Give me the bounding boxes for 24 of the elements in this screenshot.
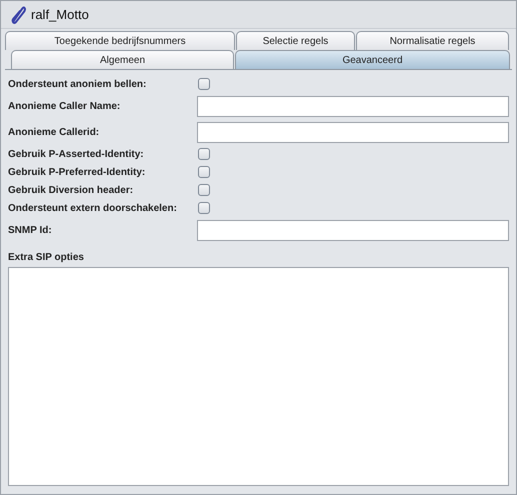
input-field[interactable] bbox=[196, 96, 509, 116]
tab[interactable]: Geavanceerd bbox=[235, 50, 510, 69]
field-label: Gebruik P-Asserted-Identity: bbox=[8, 148, 145, 162]
tab[interactable]: Selectie regels bbox=[236, 31, 355, 50]
tab[interactable]: Normalisatie regels bbox=[356, 31, 509, 50]
field-label: Anonieme Caller Name: bbox=[8, 100, 122, 114]
field-label: Gebruik Diversion header: bbox=[8, 184, 134, 198]
input-field[interactable] bbox=[196, 220, 509, 240]
paperclip-icon bbox=[9, 4, 27, 24]
field-label: Extra SIP opties bbox=[8, 251, 85, 265]
checkbox[interactable] bbox=[198, 202, 210, 214]
field-label: Anonieme Callerid: bbox=[8, 126, 100, 140]
field-label: SNMP Id: bbox=[8, 224, 53, 238]
checkbox[interactable] bbox=[198, 148, 210, 160]
tab[interactable]: Toegekende bedrijfsnummers bbox=[5, 31, 235, 50]
field-label: Gebruik P-Preferred-Identity: bbox=[8, 166, 146, 180]
field-label: Ondersteunt extern doorschakelen: bbox=[8, 202, 178, 216]
checkbox[interactable] bbox=[198, 184, 210, 196]
checkbox[interactable] bbox=[198, 166, 210, 178]
field-label: Ondersteunt anoniem bellen: bbox=[8, 78, 148, 92]
input-field[interactable] bbox=[196, 122, 509, 142]
tab[interactable]: Algemeen bbox=[11, 50, 234, 69]
checkbox[interactable] bbox=[198, 78, 210, 90]
window-title: ralf_Motto bbox=[31, 6, 89, 24]
